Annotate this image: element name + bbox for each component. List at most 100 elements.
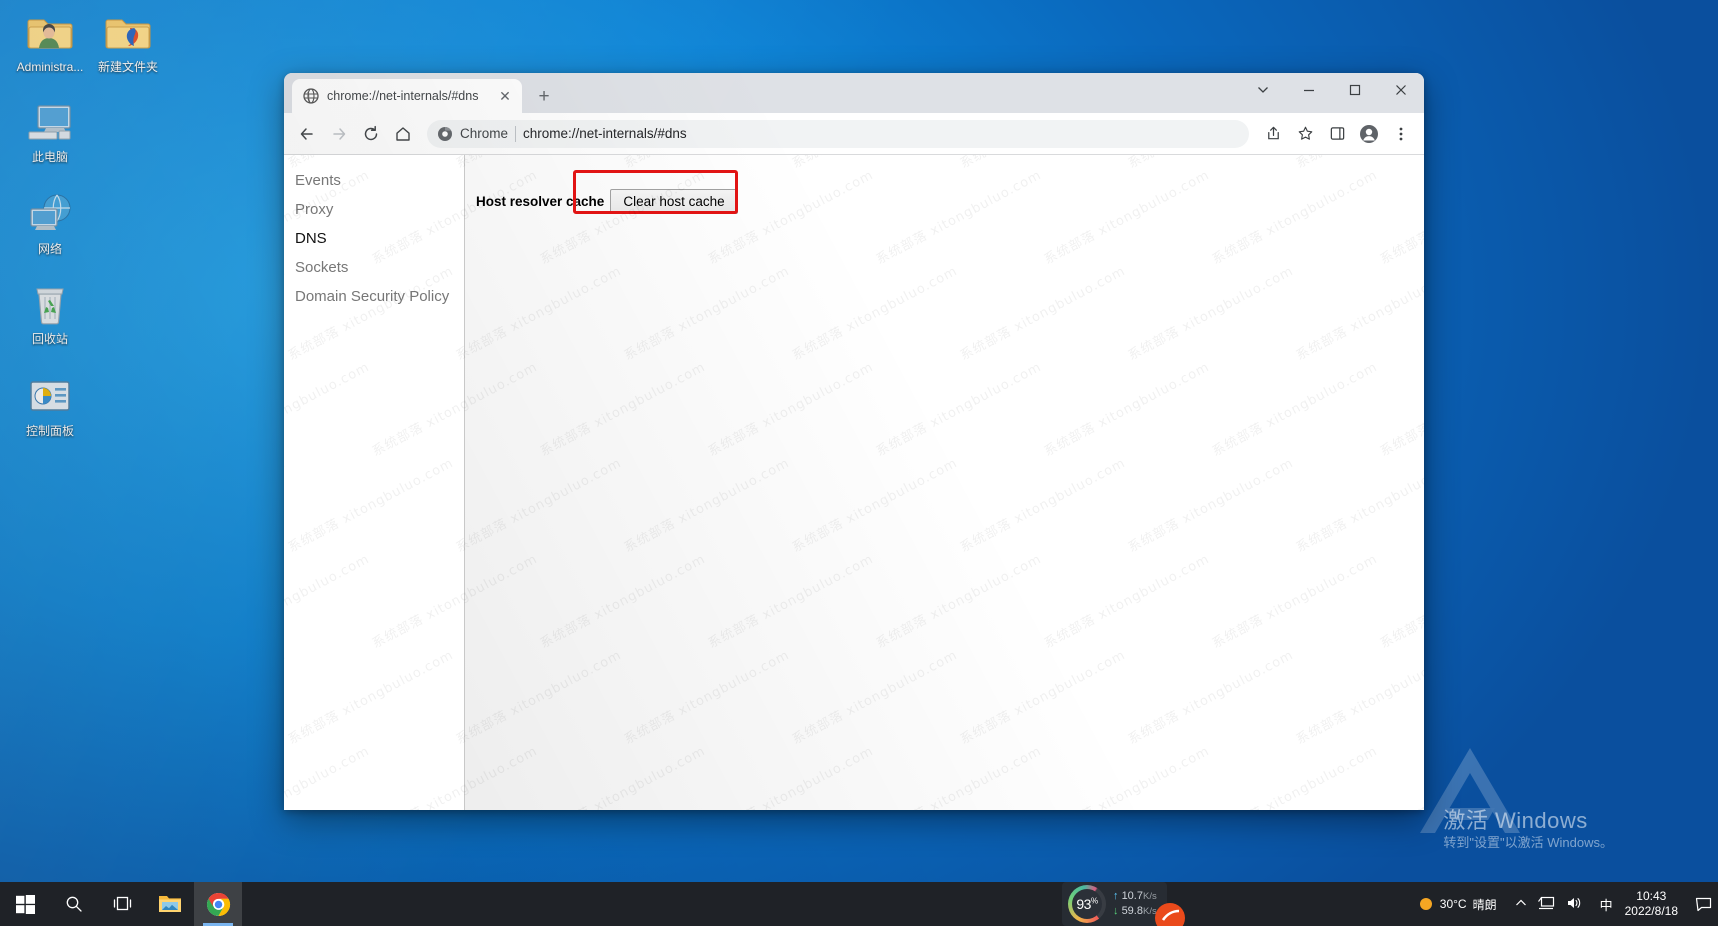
desktop-icon-recycle-bin[interactable]: 回收站 (8, 280, 92, 347)
forward-arrow-icon (333, 127, 346, 140)
minimize-button[interactable] (1286, 73, 1332, 107)
taskbar-app-google-chrome[interactable] (194, 882, 242, 926)
host-resolver-cache-label: Host resolver cache (476, 194, 605, 209)
chevron-up-icon (1515, 899, 1526, 905)
close-tab-icon[interactable]: ✕ (496, 87, 514, 105)
search-icon (66, 896, 82, 912)
clock-date: 2022/8/18 (1624, 904, 1678, 918)
upload-speed-value: 10.7 (1121, 890, 1143, 902)
site-logo-watermark (1420, 748, 1520, 833)
taskbar-search-button[interactable] (50, 882, 98, 926)
desktop[interactable]: Administra... 新建文件夹 此电脑 网络 回收站 控制面板 激活 W… (0, 0, 1718, 926)
globe-icon (303, 88, 319, 104)
ime-indicator[interactable]: 中 (1592, 895, 1621, 914)
browser-toolbar: Chrome chrome://net-internals/#dns (284, 113, 1424, 155)
chevron-down-icon (1258, 87, 1268, 93)
clear-host-cache-button[interactable]: Clear host cache (610, 189, 738, 214)
task-view-button[interactable] (98, 882, 146, 926)
sidebar-item-events[interactable]: Events (284, 166, 464, 195)
desktop-icon-label: 网络 (37, 242, 62, 256)
start-button[interactable] (0, 882, 50, 926)
recycle-bin-icon (36, 288, 64, 325)
upload-arrow-icon: ↑ (1113, 890, 1119, 902)
sidebar-item-dns[interactable]: DNS (284, 224, 464, 253)
download-speed-value: 59.8 (1121, 905, 1143, 917)
back-button[interactable] (292, 119, 322, 149)
activate-windows-watermark: 激活 Windows 转到"设置"以激活 Windows。 (1443, 808, 1613, 852)
reload-button[interactable] (356, 119, 386, 149)
chrome-icon (206, 892, 230, 916)
star-icon (1298, 126, 1312, 140)
desktop-icon-label: 新建文件夹 (97, 60, 158, 74)
share-icon (1267, 126, 1279, 140)
omnibox-url[interactable]: chrome://net-internals/#dns (523, 126, 687, 141)
omnibox-separator (515, 125, 517, 142)
maximize-icon (1349, 84, 1361, 96)
tray-network-button[interactable] (1537, 896, 1555, 913)
desktop-icon-user-folder[interactable]: Administra... (8, 8, 92, 75)
desktop-icon-new-folder[interactable]: 新建文件夹 (86, 8, 170, 75)
computer-icon (28, 105, 71, 140)
home-button[interactable] (388, 119, 418, 149)
net-internals-sidebar: Events Proxy DNS Sockets Domain Security… (284, 155, 465, 810)
profile-button[interactable] (1354, 119, 1384, 149)
gauge-value: 93% (1076, 896, 1098, 912)
close-window-button[interactable] (1378, 73, 1424, 107)
sidebar-item-domain-security-policy[interactable]: Domain Security Policy (284, 282, 464, 311)
notification-icon (1695, 897, 1711, 911)
weather-temperature: 30°C (1439, 897, 1467, 911)
browser-tab[interactable]: chrome://net-internals/#dns ✕ (292, 79, 522, 113)
folder-icon (159, 896, 181, 912)
desktop-icon-control-panel[interactable]: 控制面板 (8, 372, 92, 439)
tab-title: chrome://net-internals/#dns (327, 89, 479, 103)
desktop-icon-label: Administra... (16, 60, 84, 74)
side-panel-button[interactable] (1322, 119, 1352, 149)
new-tab-button[interactable]: + (530, 82, 558, 110)
window-controls (1240, 73, 1424, 107)
chrome-browser-window[interactable]: chrome://net-internals/#dns ✕ + Chrome c… (284, 73, 1424, 810)
cpu-usage-gauge: 93% (1068, 885, 1106, 923)
page-content: 系统部落 xitongbuluo.com系统部落 xitongbuluo.com… (284, 155, 1424, 810)
tray-icons (1505, 896, 1592, 913)
close-icon (1396, 85, 1406, 95)
sidebar-item-proxy[interactable]: Proxy (284, 195, 464, 224)
folder-user-icon (27, 19, 73, 49)
task-view-icon (113, 896, 131, 910)
weather-widget[interactable]: 30°C 晴朗 (1414, 896, 1505, 913)
action-center-button[interactable] (1688, 882, 1718, 926)
side-panel-icon (1330, 127, 1344, 140)
desktop-icon-this-pc[interactable]: 此电脑 (8, 98, 92, 165)
clock-time: 10:43 (1636, 889, 1667, 903)
bookmark-button[interactable] (1290, 119, 1320, 149)
desktop-icon-label: 控制面板 (25, 424, 74, 438)
chrome-logo-icon (438, 126, 452, 141)
weather-description: 晴朗 (1472, 897, 1497, 912)
net-internals-main: Host resolver cache Clear host cache (465, 155, 1424, 810)
minimize-icon (1304, 89, 1314, 92)
back-arrow-icon (300, 127, 313, 140)
forward-button[interactable] (324, 119, 354, 149)
network-icon (30, 194, 71, 230)
address-bar[interactable]: Chrome chrome://net-internals/#dns (427, 119, 1249, 148)
taskbar-app-file-explorer[interactable] (146, 882, 194, 926)
maximize-button[interactable] (1332, 73, 1378, 107)
chrome-menu-button[interactable] (1386, 119, 1416, 149)
system-tray: 30°C 晴朗 中 10:43 2022/8/18 (1414, 882, 1718, 926)
volume-icon (1567, 897, 1580, 908)
desktop-icon-label: 回收站 (31, 332, 68, 346)
taskbar-clock[interactable]: 10:43 2022/8/18 (1621, 889, 1688, 919)
site-logo-red-icon (1155, 903, 1185, 926)
tray-volume-button[interactable] (1566, 896, 1582, 913)
taskbar[interactable]: 30°C 晴朗 中 10:43 2022/8/18 (0, 882, 1718, 926)
home-icon (396, 126, 410, 141)
share-button[interactable] (1258, 119, 1288, 149)
kebab-menu-icon (1399, 127, 1403, 140)
reload-icon (364, 125, 378, 140)
sidebar-item-sockets[interactable]: Sockets (284, 253, 464, 282)
tab-search-button[interactable] (1240, 73, 1286, 107)
tray-overflow-button[interactable] (1515, 897, 1527, 912)
omnibox-chip-label: Chrome (460, 126, 509, 141)
desktop-icon-network[interactable]: 网络 (8, 190, 92, 257)
profile-icon (1360, 124, 1378, 143)
host-resolver-cache-row: Host resolver cache Clear host cache (476, 189, 1424, 214)
